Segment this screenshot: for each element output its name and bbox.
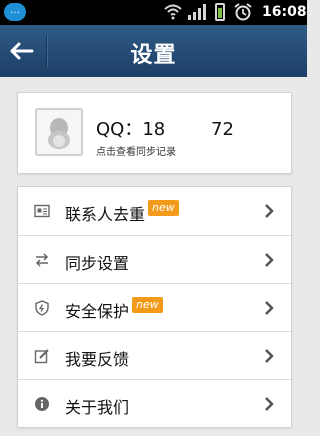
menu-item-contact-dedupe[interactable]: 联系人去重 new bbox=[18, 187, 291, 234]
clock-time: 16:08 bbox=[262, 4, 307, 20]
status-bar: … 16:08 bbox=[0, 0, 307, 25]
menu-item-label: 同步设置 bbox=[65, 254, 130, 273]
settings-menu: 联系人去重 new 同步设置 安全保护 new 我要反馈 关于我们 bbox=[17, 186, 292, 428]
info-icon bbox=[35, 397, 49, 411]
chevron-right-icon bbox=[265, 253, 274, 267]
menu-item-label: 我要反馈 bbox=[65, 350, 130, 369]
menu-item-label: 安全保护 bbox=[65, 302, 130, 321]
menu-item-feedback[interactable]: 我要反馈 bbox=[18, 331, 291, 379]
title-bar: 设置 bbox=[0, 25, 307, 77]
chevron-right-icon bbox=[265, 349, 274, 363]
avatar bbox=[35, 108, 83, 156]
shield-icon bbox=[35, 300, 49, 316]
menu-item-label: 联系人去重 bbox=[65, 205, 146, 224]
contact-card-icon bbox=[34, 204, 50, 218]
new-badge: new bbox=[148, 200, 179, 216]
wifi-icon bbox=[164, 4, 182, 20]
penguin-avatar-icon bbox=[48, 118, 70, 149]
sync-arrows-icon bbox=[35, 253, 49, 267]
account-card[interactable]: QQ：18 72 点击查看同步记录 bbox=[17, 92, 292, 174]
new-badge: new bbox=[132, 297, 163, 313]
menu-item-sync-settings[interactable]: 同步设置 bbox=[18, 235, 291, 283]
signal-icon bbox=[188, 4, 206, 20]
sync-record-hint: 点击查看同步记录 bbox=[96, 147, 176, 158]
alarm-clock-icon bbox=[234, 3, 252, 21]
page-title: 设置 bbox=[130, 43, 177, 68]
chevron-right-icon bbox=[265, 301, 274, 315]
menu-item-about[interactable]: 关于我们 bbox=[18, 379, 291, 427]
battery-icon bbox=[215, 3, 225, 21]
message-notification-icon[interactable]: … bbox=[4, 3, 26, 21]
menu-item-label: 关于我们 bbox=[65, 398, 130, 417]
qq-account-number: QQ：18 72 bbox=[96, 119, 234, 140]
chevron-right-icon bbox=[265, 204, 274, 218]
edit-icon bbox=[34, 349, 49, 364]
menu-item-security[interactable]: 安全保护 new bbox=[18, 283, 291, 331]
chevron-right-icon bbox=[265, 397, 274, 411]
